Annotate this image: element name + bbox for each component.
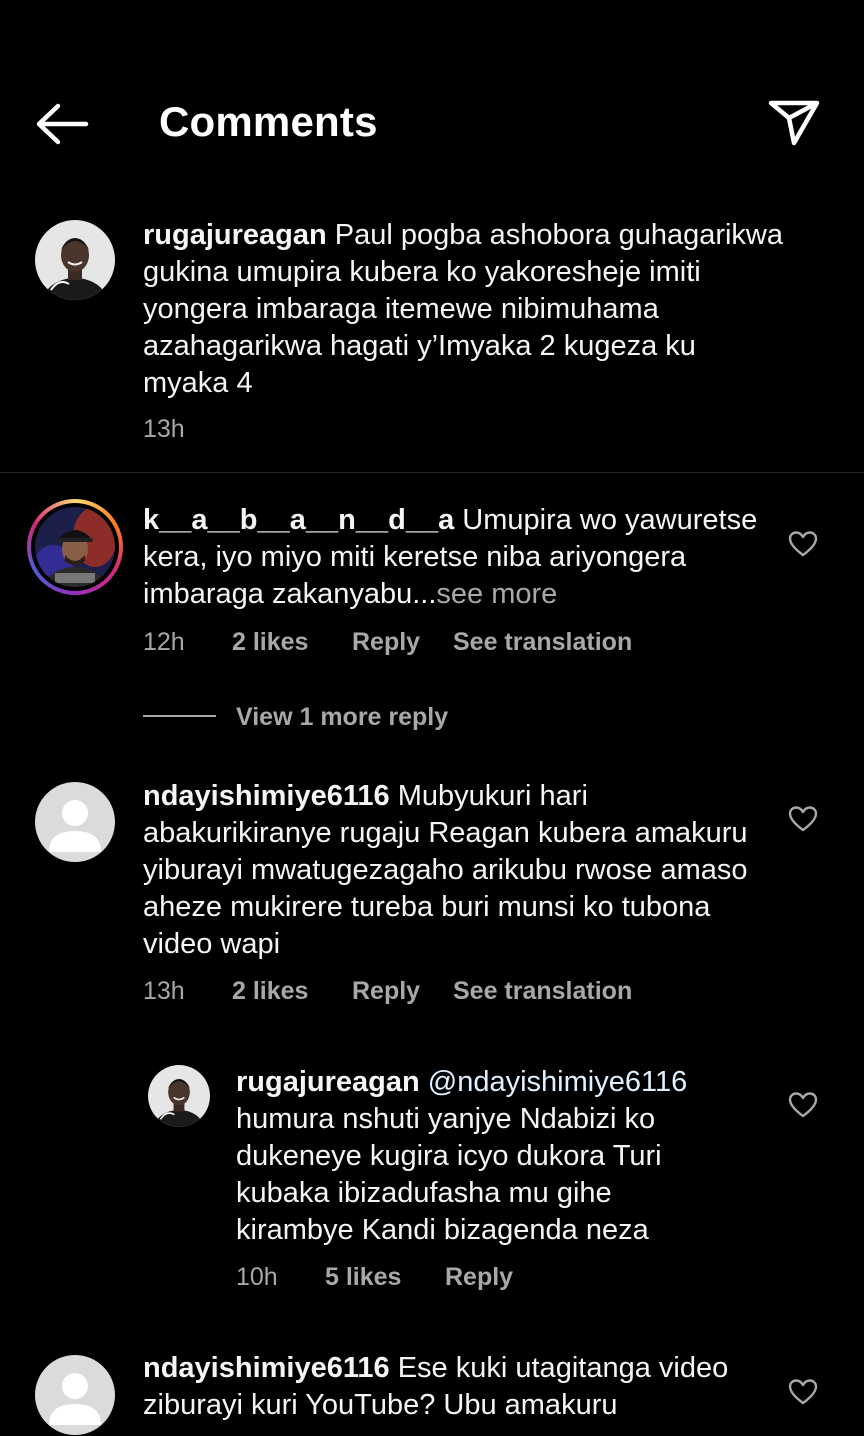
caption-text-block: rugajureagan Paul pogba ashobora guhagar… [143,217,783,402]
like-button[interactable] [788,805,818,833]
reply-text: humura nshuti yanjye Ndabizi ko dukeneye… [236,1103,662,1246]
page-title: Comments [159,98,378,145]
reply-button[interactable]: Reply [352,977,420,1006]
username[interactable]: ndayishimiye6116 [143,1352,390,1384]
default-avatar-icon [49,1373,101,1425]
heart-icon [788,1379,818,1405]
arrow-left-icon [36,103,89,145]
username[interactable]: rugajureagan [236,1066,420,1098]
mention-link[interactable]: @ndayishimiye6116 [428,1066,687,1098]
like-button[interactable] [788,530,818,558]
avatar[interactable] [35,1355,115,1435]
reply-button[interactable]: Reply [445,1263,513,1292]
timestamp: 13h [143,977,185,1005]
likes-count[interactable]: 2 likes [232,628,308,657]
likes-count[interactable]: 2 likes [232,977,308,1006]
see-translation-link[interactable]: See translation [453,628,632,657]
like-button[interactable] [788,1378,818,1406]
avatar-photo [35,220,115,300]
timestamp: 12h [143,628,185,656]
comment-text-block: k__a__b__a__n__d__a Umupira wo yawuretse… [143,502,763,613]
heart-icon [788,806,818,832]
avatar[interactable] [35,782,115,862]
comment-text-block: ndayishimiye6116 Ese kuki utagitanga vid… [143,1350,763,1436]
heart-icon [788,1092,818,1118]
timestamp: 10h [236,1263,278,1291]
divider-line [143,715,216,717]
reply-text-block: rugajureagan @ndayishimiye6116 humura ns… [236,1064,736,1249]
back-button[interactable] [34,102,90,146]
avatar-photo [35,507,115,587]
likes-count[interactable]: 5 likes [325,1263,401,1292]
avatar[interactable] [148,1065,210,1127]
timestamp: 13h [143,415,185,443]
share-button[interactable] [766,98,822,150]
heart-icon [788,531,818,557]
header-bar: Comments [0,0,864,190]
view-more-replies-label: View 1 more reply [236,703,449,731]
avatar-story-ring[interactable] [27,499,123,595]
avatar[interactable] [35,220,115,300]
post-caption: rugajureagan Paul pogba ashobora guhagar… [0,205,864,473]
see-translation-link[interactable]: See translation [453,977,632,1006]
default-avatar-icon [49,800,101,852]
reply-button[interactable]: Reply [352,628,420,657]
username[interactable]: ndayishimiye6116 [143,780,390,812]
username[interactable]: rugajureagan [143,219,327,251]
comment-text-block: ndayishimiye6116 Mubyukuri hari abakurik… [143,778,763,963]
paper-plane-icon [768,100,820,146]
like-button[interactable] [788,1091,818,1119]
see-more-link[interactable]: see more [436,578,557,610]
avatar-photo [148,1065,210,1127]
username[interactable]: k__a__b__a__n__d__a [143,504,454,536]
